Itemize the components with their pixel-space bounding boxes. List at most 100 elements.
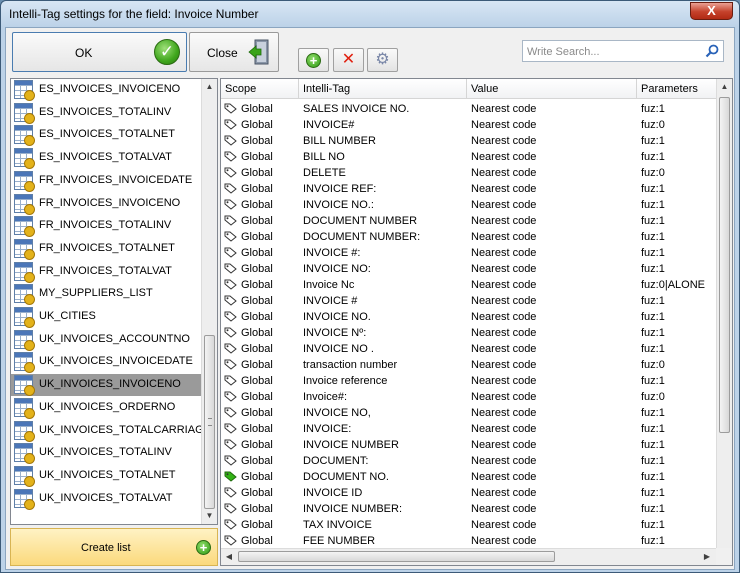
title-bar[interactable]: Intelli-Tag settings for the field: Invo…	[1, 1, 739, 27]
cell-tag: INVOICE #:	[303, 247, 361, 259]
cell-value: Nearest code	[471, 391, 537, 403]
cell-value: Nearest code	[471, 199, 537, 211]
list-item[interactable]: FR_INVOICES_TOTALNET	[11, 238, 203, 260]
lists-scrollbar[interactable]: ▲ ▼	[201, 79, 217, 524]
list-item-label: FR_INVOICES_INVOICENO	[39, 196, 181, 209]
table-row[interactable]: Global FEE NUMBER Nearest code fuz:1	[221, 533, 716, 549]
table-row[interactable]: Global INVOICE NO. Nearest code fuz:1	[221, 309, 716, 325]
close-icon: X	[707, 3, 716, 18]
scroll-right-arrow[interactable]: ▶	[699, 549, 715, 565]
list-item[interactable]: UK_CITIES	[11, 306, 203, 328]
cell-params: fuz:1	[641, 439, 665, 451]
list-item[interactable]: FR_INVOICES_TOTALVAT	[11, 261, 203, 283]
list-item[interactable]: ES_INVOICES_TOTALNET	[11, 124, 203, 147]
grid-vertical-scrollbar[interactable]: ▲	[716, 79, 732, 549]
table-row[interactable]: Global INVOICE NUMBER Nearest code fuz:1	[221, 437, 716, 453]
cell-params: fuz:1	[641, 247, 665, 259]
delete-icon: ✕	[341, 51, 356, 68]
column-header-scope[interactable]: Scope	[221, 79, 299, 99]
list-item[interactable]: UK_INVOICES_TOTALCARRIAGE	[11, 420, 211, 442]
table-row[interactable]: Global transaction number Nearest code fuz:…	[221, 357, 716, 373]
window-close-button[interactable]: X	[690, 2, 733, 20]
cell-tag: DOCUMENT NUMBER	[303, 215, 418, 227]
cell-value: Nearest code	[471, 423, 537, 435]
grid-scroll-up-arrow[interactable]: ▲	[717, 79, 732, 95]
close-button[interactable]: Close	[189, 32, 279, 72]
column-header-intelli-tag[interactable]: Intelli-Tag	[299, 79, 467, 99]
settings-button[interactable]: ⚙	[367, 48, 398, 72]
table-list-icon	[14, 465, 35, 487]
search-input[interactable]	[527, 44, 697, 59]
add-tag-button[interactable]: +	[298, 48, 329, 72]
table-row[interactable]: Global DOCUMENT NUMBER Nearest code fuz:1	[221, 213, 716, 229]
cell-value: Nearest code	[471, 119, 537, 131]
tag-icon	[224, 503, 237, 514]
cell-params: fuz:1	[641, 183, 665, 195]
cell-scope: Global	[241, 359, 273, 371]
list-item[interactable]: MY_SUPPLIERS_LIST	[11, 283, 203, 306]
table-row[interactable]: Global INVOICE #: Nearest code fuz:1	[221, 245, 716, 261]
list-item[interactable]: UK_INVOICES_ORDERNO	[11, 397, 203, 419]
table-row[interactable]: Global INVOICE: Nearest code fuz:1	[221, 421, 716, 437]
list-item[interactable]: UK_INVOICES_INVOICEDATE	[11, 351, 203, 374]
cell-scope: Global	[241, 279, 273, 291]
table-row[interactable]: Global BILL NO Nearest code fuz:1	[221, 149, 716, 165]
tag-icon	[224, 215, 237, 226]
table-row[interactable]: Global DOCUMENT NO. Nearest code fuz:1	[221, 469, 716, 485]
list-item[interactable]: FR_INVOICES_TOTALINV	[11, 215, 203, 238]
table-row[interactable]: Global INVOICE NO, Nearest code fuz:1	[221, 405, 716, 421]
grid-scroll-thumb[interactable]	[719, 97, 730, 433]
table-row[interactable]: Global INVOICE # Nearest code fuz:1	[221, 293, 716, 309]
list-item[interactable]: FR_INVOICES_INVOICEDATE	[11, 170, 203, 192]
list-item[interactable]: FR_INVOICES_INVOICENO	[11, 193, 203, 215]
cell-scope: Global	[241, 215, 273, 227]
list-item[interactable]: UK_INVOICES_TOTALNET	[11, 465, 203, 487]
ok-button[interactable]: OK ✓	[12, 32, 187, 72]
table-row[interactable]: Global INVOICE Nº: Nearest code fuz:1	[221, 325, 716, 341]
tag-icon	[224, 199, 237, 210]
table-row[interactable]: Global DOCUMENT: Nearest code fuz:1	[221, 453, 716, 469]
table-row[interactable]: Global DOCUMENT NUMBER: Nearest code fuz:1	[221, 229, 716, 245]
cell-tag: DOCUMENT NO.	[303, 471, 389, 483]
table-row[interactable]: Global INVOICE# Nearest code fuz:0	[221, 117, 716, 133]
table-row[interactable]: Global INVOICE NO: Nearest code fuz:1	[221, 261, 716, 277]
list-item[interactable]: ES_INVOICES_INVOICENO	[11, 79, 203, 101]
column-header-value[interactable]: Value	[467, 79, 637, 99]
table-row[interactable]: Global Invoice Nc Nearest code fuz:0|ALONE	[221, 277, 716, 293]
table-row[interactable]: Global INVOICE NUMBER: Nearest code fuz:1	[221, 501, 716, 517]
list-item-label: ES_INVOICES_TOTALINV	[39, 105, 172, 118]
cell-tag: INVOICE ID	[303, 487, 363, 499]
table-row[interactable]: Global DELETE Nearest code fuz:0	[221, 165, 716, 181]
list-item[interactable]: UK_INVOICES_TOTALINV	[11, 442, 203, 465]
grid-hscroll-thumb[interactable]	[238, 551, 555, 562]
list-item[interactable]: UK_INVOICES_INVOICENO	[11, 374, 203, 397]
scroll-left-arrow[interactable]: ◀	[221, 549, 237, 565]
list-item-label: FR_INVOICES_TOTALNET	[39, 241, 175, 254]
delete-tag-button[interactable]: ✕	[333, 48, 364, 72]
table-row[interactable]: Global Invoice reference Nearest code fuz:1	[221, 373, 716, 389]
table-row[interactable]: Global SALES INVOICE NO. Nearest code fuz:1	[221, 101, 716, 117]
table-row[interactable]: Global INVOICE ID Nearest code fuz:1	[221, 485, 716, 501]
search-icon[interactable]	[705, 44, 719, 58]
dialog-window: Intelli-Tag settings for the field: Invo…	[0, 0, 740, 573]
table-row[interactable]: Global INVOICE NO . Nearest code fuz:1	[221, 341, 716, 357]
table-row[interactable]: Global Invoice#: Nearest code fuz:0	[221, 389, 716, 405]
list-item[interactable]: UK_INVOICES_TOTALVAT	[11, 488, 203, 510]
table-row[interactable]: Global INVOICE REF: Nearest code fuz:1	[221, 181, 716, 197]
lists-scroll-thumb[interactable]	[204, 335, 215, 509]
list-item[interactable]: ES_INVOICES_TOTALINV	[11, 102, 203, 124]
cell-tag: transaction number	[303, 359, 398, 371]
scroll-down-arrow[interactable]: ▼	[202, 508, 217, 524]
table-row[interactable]: Global INVOICE NO.: Nearest code fuz:1	[221, 197, 716, 213]
grid-horizontal-scrollbar[interactable]: ◀ ▶	[221, 548, 732, 565]
table-row[interactable]: Global TAX INVOICE Nearest code fuz:1	[221, 517, 716, 533]
column-header-parameters[interactable]: Parameters	[637, 79, 716, 99]
scroll-up-arrow[interactable]: ▲	[202, 79, 217, 95]
table-list-icon	[14, 329, 35, 351]
cell-value: Nearest code	[471, 327, 537, 339]
create-list-button[interactable]: Create list +	[10, 528, 218, 566]
list-item[interactable]: UK_INVOICES_ACCOUNTNO	[11, 329, 203, 351]
table-row[interactable]: Global BILL NUMBER Nearest code fuz:1	[221, 133, 716, 149]
list-item[interactable]: ES_INVOICES_TOTALVAT	[11, 147, 203, 170]
add-icon: +	[306, 53, 321, 68]
